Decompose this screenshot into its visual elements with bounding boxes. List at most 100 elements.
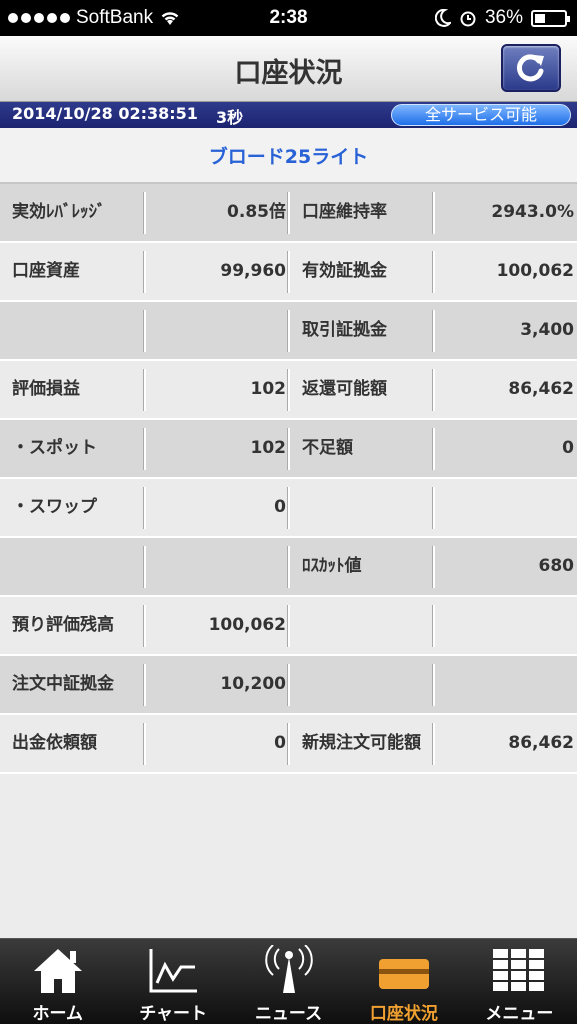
row-right-label: 有効証拠金 — [302, 261, 387, 281]
column-divider — [432, 310, 435, 352]
status-bar: SoftBank 2:38 36% — [0, 0, 577, 36]
row-left-label: 預り評価残高 — [12, 615, 114, 635]
battery-percent: 36% — [484, 7, 523, 28]
navigation-bar: 口座状況 — [0, 36, 577, 102]
column-divider — [432, 546, 435, 588]
column-divider — [143, 664, 146, 706]
moon-icon — [434, 9, 451, 27]
column-divider — [432, 428, 435, 470]
refresh-icon — [516, 54, 544, 82]
row-right-label: ﾛｽｶｯﾄ値 — [302, 556, 362, 576]
row-left-label: ・スワップ — [12, 497, 97, 517]
row-left-label: 評価損益 — [12, 379, 80, 399]
tab-home[interactable]: ホーム — [0, 939, 115, 1024]
table-row: 取引証拠金 3,400 — [0, 302, 577, 361]
table-row: 注文中証拠金 10,200 — [0, 656, 577, 715]
column-divider — [287, 251, 290, 293]
tab-menu[interactable]: メニュー — [462, 939, 577, 1024]
column-divider — [143, 192, 146, 234]
info-strip: 2014/10/28 02:38:51 3秒 全サービス可能 — [0, 102, 577, 128]
row-right-value: 0 — [562, 438, 574, 458]
account-table: 実効ﾚﾊﾞﾚｯｼﾞ 0.85倍 口座維持率 2943.0% 口座資産 99,960 有効証拠… — [0, 184, 577, 774]
page-title: 口座状況 — [234, 58, 343, 89]
row-left-value — [150, 538, 286, 595]
column-divider — [287, 369, 290, 411]
column-divider — [287, 487, 290, 529]
row-left-label — [12, 302, 142, 359]
row-right-label — [302, 656, 432, 713]
column-divider — [432, 192, 435, 234]
update-datetime: 2014/10/28 02:38:51 — [12, 104, 198, 123]
column-divider — [287, 428, 290, 470]
update-interval: 3秒 — [216, 108, 244, 127]
column-divider — [432, 664, 435, 706]
alarm-icon — [460, 11, 476, 27]
column-divider — [143, 723, 146, 765]
row-left-label: 実効ﾚﾊﾞﾚｯｼﾞ — [12, 202, 106, 222]
row-right-value: 680 — [538, 556, 575, 576]
tab-chart[interactable]: チャート — [115, 939, 230, 1024]
column-divider — [287, 192, 290, 234]
row-left-label: 口座資産 — [12, 261, 80, 281]
row-right-value: 86,462 — [508, 379, 574, 399]
row-right-value: 3,400 — [520, 320, 574, 340]
row-right-label: 返還可能額 — [302, 379, 387, 399]
battery-icon — [531, 9, 570, 27]
column-divider — [143, 546, 146, 588]
table-row: 実効ﾚﾊﾞﾚｯｼﾞ 0.85倍 口座維持率 2943.0% — [0, 184, 577, 243]
column-divider — [143, 487, 146, 529]
row-right-label: 新規注文可能額 — [302, 733, 421, 753]
chart-icon — [149, 949, 198, 993]
column-divider — [143, 251, 146, 293]
row-right-value — [440, 597, 574, 654]
row-right-label — [302, 479, 432, 536]
table-row: 出金依頼額 0 新規注文可能額 86,462 — [0, 715, 577, 774]
row-right-value: 86,462 — [508, 733, 574, 753]
column-divider — [143, 428, 146, 470]
column-divider — [432, 251, 435, 293]
row-left-value: 102 — [250, 438, 287, 458]
row-right-value — [440, 479, 574, 536]
column-divider — [432, 605, 435, 647]
table-row: ﾛｽｶｯﾄ値 680 — [0, 538, 577, 597]
broadcast-tower-icon — [264, 945, 313, 993]
row-left-label: 出金依頼額 — [12, 733, 97, 753]
grid-menu-icon — [493, 949, 545, 991]
column-divider — [287, 546, 290, 588]
column-divider — [287, 723, 290, 765]
service-status-badge: 全サービス可能 — [391, 104, 571, 126]
table-row: 預り評価残高 100,062 — [0, 597, 577, 656]
column-divider — [432, 369, 435, 411]
column-divider — [287, 664, 290, 706]
plan-name: ブロード25ライト — [208, 146, 369, 168]
refresh-button[interactable] — [501, 44, 561, 92]
column-divider — [143, 369, 146, 411]
tab-news[interactable]: ニュース — [231, 939, 346, 1024]
row-right-value: 100,062 — [496, 261, 574, 281]
row-left-value: 0 — [274, 497, 286, 517]
row-right-label: 口座維持率 — [302, 202, 387, 222]
row-right-label: 取引証拠金 — [302, 320, 387, 340]
row-right-label — [302, 597, 432, 654]
column-divider — [287, 310, 290, 352]
tab-bar: ホーム チャート ニュース 口座状況 メニュー — [0, 938, 577, 1024]
column-divider — [287, 605, 290, 647]
table-row: 評価損益 102 返還可能額 86,462 — [0, 361, 577, 420]
row-left-value: 0.85倍 — [227, 202, 286, 222]
row-left-label — [12, 538, 142, 595]
home-icon — [33, 949, 82, 993]
column-divider — [432, 723, 435, 765]
table-row: 口座資産 99,960 有効証拠金 100,062 — [0, 243, 577, 302]
row-left-value — [150, 302, 286, 359]
row-right-label: 不足額 — [302, 438, 353, 458]
column-divider — [143, 310, 146, 352]
row-left-value: 99,960 — [220, 261, 286, 281]
column-divider — [143, 605, 146, 647]
row-left-value: 102 — [250, 379, 287, 399]
row-left-value: 10,200 — [220, 674, 286, 694]
tab-account[interactable]: 口座状況 — [346, 939, 461, 1024]
account-icon — [378, 959, 429, 989]
column-divider — [432, 487, 435, 529]
row-right-value — [440, 656, 574, 713]
row-left-value: 100,062 — [208, 615, 286, 635]
